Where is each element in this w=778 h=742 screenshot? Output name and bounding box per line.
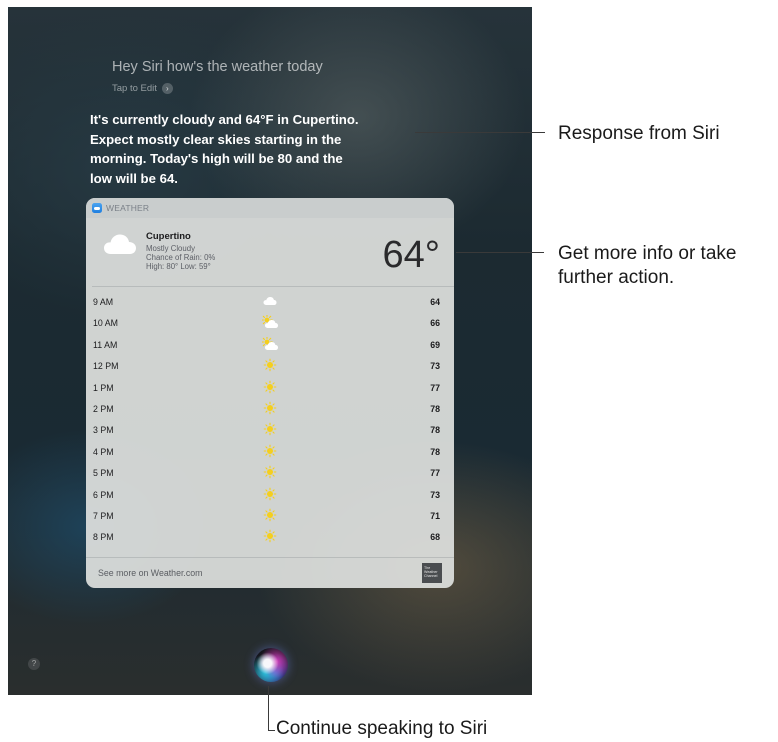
tap-to-edit-link[interactable]: Tap to Edit › (112, 83, 173, 94)
hour-temp: 78 (430, 446, 440, 457)
hour-time: 11 AM (93, 339, 118, 350)
hourly-row: 8 PM 68 (86, 526, 454, 547)
response-line: low will be 64. (90, 170, 178, 186)
sun-icon (263, 401, 277, 415)
callout-line-continue-hook (268, 730, 275, 731)
weather-app-icon (92, 203, 102, 213)
help-button[interactable]: ? (28, 658, 40, 670)
hour-time: 3 PM (93, 425, 114, 436)
callout-line-continue (268, 686, 269, 730)
response-line: morning. Today's high will be 80 and the (90, 151, 343, 166)
callout-line-response (415, 132, 545, 133)
hourly-row: 1 PM 77 (86, 377, 454, 398)
hour-time: 10 AM (93, 318, 118, 329)
chance-of-rain: Chance of Rain: 0% (146, 253, 216, 262)
hourly-row: 12 PM 73 (86, 355, 454, 376)
hourly-row: 6 PM 73 (86, 484, 454, 505)
callout-more-info-line: Get more info or take (558, 243, 737, 264)
hourly-row: 10 AM 66 (86, 312, 454, 333)
weather-app-name: WEATHER (106, 203, 150, 213)
hour-time: 9 AM (93, 297, 114, 307)
high-low: High: 80° Low: 59° (146, 262, 211, 271)
hourly-row: 3 PM 78 (86, 419, 454, 440)
hour-temp: 77 (430, 468, 440, 479)
response-line: It's currently cloudy and 64°F in Cupert… (90, 112, 359, 127)
hour-temp: 73 (430, 361, 440, 372)
condition-text: Mostly Cloudy (146, 244, 195, 253)
hour-temp: 77 (430, 382, 440, 393)
cloud-icon (263, 297, 277, 305)
see-more-link[interactable]: See more on Weather.com (98, 568, 202, 578)
sun-icon (263, 358, 277, 372)
hourly-row: 2 PM 78 (86, 398, 454, 419)
hour-temp: 66 (430, 318, 440, 329)
sun-icon (263, 465, 277, 479)
hour-temp: 78 (430, 425, 440, 436)
hourly-row: 5 PM 77 (86, 462, 454, 483)
hour-time: 8 PM (93, 532, 114, 543)
hour-temp: 68 (430, 532, 440, 543)
weather-card[interactable]: WEATHER Cupertino Mostly Cloudy Chance o… (86, 198, 454, 588)
partly-sunny-icon (262, 315, 278, 329)
sun-icon (263, 444, 277, 458)
cloud-icon (104, 234, 136, 254)
siri-response-text: It's currently cloudy and 64°F in Cupert… (90, 110, 410, 188)
sun-icon (263, 508, 277, 522)
location-name: Cupertino (146, 231, 191, 242)
weather-card-header: WEATHER (86, 198, 454, 218)
hour-temp: 73 (430, 489, 440, 500)
partly-sunny-icon (262, 336, 278, 350)
hour-time: 6 PM (93, 489, 114, 500)
hourly-row: 4 PM 78 (86, 441, 454, 462)
response-line: Expect mostly clear skies starting in th… (90, 131, 342, 147)
current-conditions: Cupertino Mostly Cloudy Chance of Rain: … (86, 218, 454, 286)
hourly-forecast-list: 9 AM 64 10 AM 66 11 AM 69 12 PM 73 1 PM 77 2 PM 78 3… (86, 287, 454, 548)
siri-screen: Hey Siri how's the weather today Tap to … (8, 7, 532, 695)
hour-time: 2 PM (93, 403, 114, 414)
hourly-row: 7 PM 71 (86, 505, 454, 526)
siri-listen-button[interactable] (254, 648, 288, 682)
tap-to-edit-label: Tap to Edit (112, 83, 157, 94)
weather-card-footer: See more on Weather.com The Weather Chan… (86, 557, 454, 588)
siri-query-text: Hey Siri how's the weather today (112, 59, 323, 75)
hourly-row: 9 AM 64 (86, 291, 454, 312)
hour-temp: 78 (430, 403, 440, 414)
hour-temp: 71 (430, 510, 440, 521)
weather-channel-logo: The Weather Channel (422, 563, 442, 583)
hour-time: 7 PM (93, 510, 114, 521)
sun-icon (263, 380, 277, 393)
callout-line-more-info (456, 252, 544, 253)
hour-temp: 69 (430, 339, 440, 350)
hour-time: 1 PM (93, 382, 114, 393)
sun-icon (263, 422, 277, 436)
hour-temp: 64 (430, 297, 440, 307)
callout-more-info: Get more info or take further action. (558, 242, 736, 290)
chevron-right-icon: › (161, 83, 173, 94)
callout-response: Response from Siri (558, 123, 720, 144)
callout-continue: Continue speaking to Siri (276, 718, 488, 739)
hour-time: 4 PM (93, 446, 114, 457)
hour-time: 5 PM (93, 468, 114, 479)
callout-more-info-line: further action. (558, 267, 675, 288)
sun-icon (263, 487, 277, 500)
sun-icon (263, 529, 277, 543)
current-temperature: 64° (382, 234, 440, 276)
hour-time: 12 PM (93, 361, 119, 372)
hourly-row: 11 AM 69 (86, 334, 454, 355)
